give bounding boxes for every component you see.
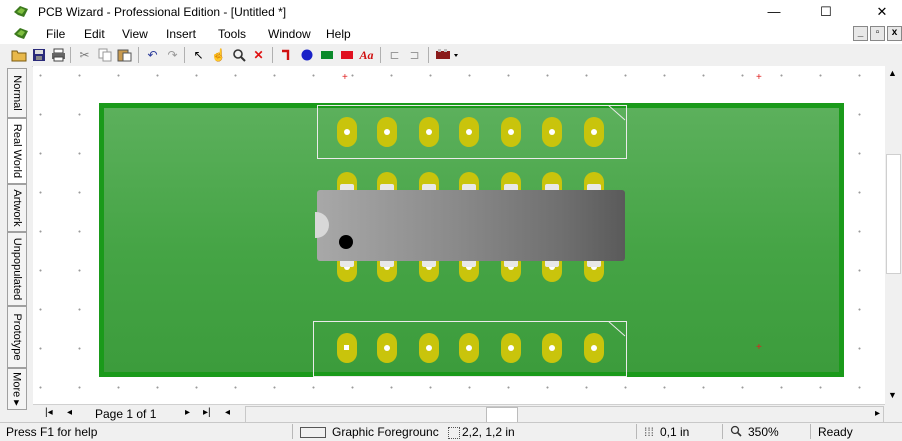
copper-rect-icon[interactable] [318,47,335,63]
menu-tools[interactable]: Tools [218,27,246,41]
page-navigation: |◂ ◂ Page 1 of 1 ▸ ▸| ◂ ▸ [33,404,885,424]
header-pad-1[interactable] [337,333,357,363]
header-pad[interactable] [459,117,479,147]
first-page-icon[interactable]: |◂ [45,407,53,418]
menu-window[interactable]: Window [268,27,311,41]
scroll-left-icon[interactable]: ◂ [225,407,230,418]
next-page-icon[interactable]: ▸ [185,407,190,418]
zoom-level: 350% [748,425,779,439]
mdi-restore-button[interactable]: ▫ [870,26,885,41]
tab-unpopulated[interactable]: Unpopulated [7,232,27,306]
header-pad[interactable] [419,117,439,147]
outline-corner [608,105,626,121]
delete-icon[interactable]: ✕ [250,47,267,63]
document-icon[interactable] [14,28,28,39]
design-canvas[interactable]: + + + [33,66,885,404]
mdi-minimize-button[interactable]: _ [853,26,868,41]
menu-help[interactable]: Help [326,27,351,41]
redo-icon[interactable]: ↷ [164,47,181,63]
undo-icon[interactable]: ↶ [144,47,161,63]
title-bar: PCB Wizard - Professional Edition - [Unt… [0,0,902,24]
layer-icon [300,427,326,438]
header-pad[interactable] [419,333,439,363]
pad-icon[interactable] [298,47,315,63]
zoom-status-icon [730,425,742,437]
page-label: Page 1 of 1 [95,407,157,421]
help-hint: Press F1 for help [6,425,98,439]
menu-file[interactable]: File [46,27,65,41]
header-pad[interactable] [542,117,562,147]
maximize-button[interactable]: ☐ [806,2,846,22]
scroll-up-icon[interactable]: ▲ [888,68,897,78]
header-pad[interactable] [337,117,357,147]
tab-artwork[interactable]: Artwork [7,184,27,232]
mdi-controls: _ ▫ x [851,26,902,41]
print-icon[interactable] [50,47,67,63]
minimize-button[interactable]: — [754,2,794,22]
text-icon[interactable]: Aa [358,47,375,63]
pcb-wizard-app-icon [14,6,28,17]
component-dropdown-icon[interactable] [434,47,462,63]
last-page-icon[interactable]: ▸| [203,407,211,418]
cursor-position: 2,2, 1,2 in [462,425,515,439]
menu-bar: File Edit View Insert Tools Window Help … [0,24,902,44]
paste-icon[interactable] [116,47,133,63]
horizontal-scroll-thumb[interactable] [486,407,518,423]
cursor-marker: + [756,342,762,353]
toolbar: ✂ ↶ ↷ ↖ ☝ ✕ Aa ⊏ ⊐ [0,44,902,67]
header-pad[interactable] [459,333,479,363]
red-rect-icon[interactable] [338,47,355,63]
position-icon [448,427,460,439]
tab-more[interactable]: More ▸ [7,368,27,410]
scroll-down-icon[interactable]: ▼ [888,390,897,400]
outline-corner [608,321,626,337]
open-icon[interactable] [10,47,27,63]
header-pad[interactable] [377,333,397,363]
vertical-scrollbar[interactable]: ▲ ▼ [885,66,902,404]
scroll-right-icon[interactable]: ▸ [875,408,880,419]
status-bar: Press F1 for help Graphic Foregrounc 2,2… [0,422,902,441]
align-right-icon[interactable]: ⊐ [406,47,423,63]
window-title: PCB Wizard - Professional Edition - [Unt… [38,5,287,19]
ic-chip[interactable] [315,190,625,261]
header-pad[interactable] [377,117,397,147]
grid-icon: ⁞⁞⁞ [644,425,655,439]
app-state: Ready [818,425,853,439]
mdi-close-button[interactable]: x [887,26,902,41]
menu-view[interactable]: View [122,27,148,41]
align-left-icon[interactable]: ⊏ [386,47,403,63]
origin-marker: + [756,72,762,83]
tab-prototype[interactable]: Prototype [7,306,27,368]
header-pad[interactable] [501,333,521,363]
cut-icon[interactable]: ✂ [76,47,93,63]
layer-name: Graphic Foregrounc [332,425,439,439]
header-pad[interactable] [584,333,604,363]
tab-real-world[interactable]: Real World [7,118,27,184]
header-pad[interactable] [542,333,562,363]
vertical-scroll-thumb[interactable] [886,154,901,274]
menu-edit[interactable]: Edit [84,27,105,41]
view-tabs: Normal Real World Artwork Unpopulated Pr… [0,66,32,422]
track-icon[interactable] [278,47,295,63]
ic-notch [315,212,329,238]
pan-hand-icon[interactable]: ☝ [210,47,227,63]
tab-normal[interactable]: Normal [7,68,27,118]
select-pointer-icon[interactable]: ↖ [190,47,207,63]
menu-insert[interactable]: Insert [166,27,196,41]
origin-marker: + [342,72,348,83]
save-icon[interactable] [30,47,47,63]
header-pad[interactable] [584,117,604,147]
pin1-marker [339,235,353,249]
header-pad[interactable] [501,117,521,147]
prev-page-icon[interactable]: ◂ [67,407,72,418]
grid-size: 0,1 in [660,425,690,439]
close-button[interactable]: ✕ [862,2,902,22]
zoom-icon[interactable] [230,47,247,63]
copy-icon[interactable] [96,47,113,63]
